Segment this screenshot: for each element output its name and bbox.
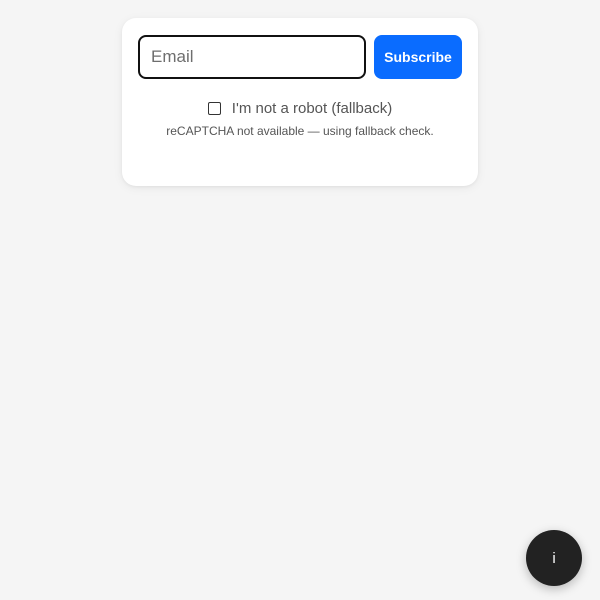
email-input[interactable]	[138, 35, 366, 79]
captcha-fallback-note: reCAPTCHA not available — using fallback…	[166, 124, 434, 138]
info-button[interactable]: i	[526, 530, 582, 586]
robot-checkbox[interactable]	[207, 102, 221, 115]
info-icon: i	[552, 549, 556, 567]
subscribe-card: Subscribe I'm not a robot (fallback) reC…	[122, 18, 478, 186]
robot-check-row: I'm not a robot (fallback)	[122, 100, 478, 117]
page: Subscribe I'm not a robot (fallback) reC…	[0, 0, 600, 600]
subscribe-form: Subscribe	[138, 35, 462, 79]
subscribe-button[interactable]: Subscribe	[374, 35, 462, 79]
robot-checkbox-label[interactable]: I'm not a robot (fallback)	[232, 100, 392, 117]
